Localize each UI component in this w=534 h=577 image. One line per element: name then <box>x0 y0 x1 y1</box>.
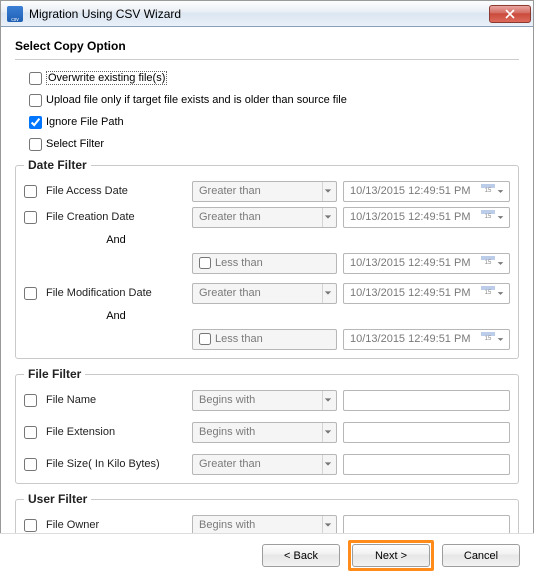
file-modification-date-picker2[interactable]: 10/13/2015 12:49:51 PM <box>343 329 510 350</box>
file-name-label: File Name <box>46 394 186 406</box>
title-bar: Migration Using CSV Wizard <box>1 1 533 27</box>
less-than-checkbox[interactable] <box>199 333 211 345</box>
file-modification-date-checkbox[interactable] <box>24 287 37 300</box>
cancel-button[interactable]: Cancel <box>442 544 520 567</box>
file-access-date-checkbox[interactable] <box>24 185 37 198</box>
file-creation-date-op2-combobox[interactable]: Less than <box>192 253 337 274</box>
file-size-input[interactable] <box>343 454 510 475</box>
overwrite-label: Overwrite existing file(s) <box>46 71 167 85</box>
separator <box>15 59 519 60</box>
file-filter-legend: File Filter <box>24 367 85 381</box>
file-access-date-label: File Access Date <box>46 185 186 197</box>
chevron-down-icon <box>322 391 336 410</box>
file-owner-label: File Owner <box>46 519 186 531</box>
ignore-file-path-label: Ignore File Path <box>46 116 124 128</box>
date-filter-group: Date Filter File Access Date Greater tha… <box>15 158 519 359</box>
file-extension-checkbox[interactable] <box>24 426 37 439</box>
and-label: And <box>46 234 186 246</box>
date-filter-legend: Date Filter <box>24 158 91 172</box>
file-extension-op-combobox[interactable]: Begins with <box>192 422 337 443</box>
page-heading: Select Copy Option <box>15 39 519 53</box>
file-name-input[interactable] <box>343 390 510 411</box>
overwrite-checkbox[interactable] <box>29 72 42 85</box>
page-body: Select Copy Option Overwrite existing fi… <box>1 27 533 545</box>
calendar-icon <box>481 286 495 300</box>
window-close-button[interactable] <box>489 5 531 23</box>
chevron-down-icon <box>322 208 336 227</box>
file-modification-date-op1-combobox[interactable]: Greater than <box>192 283 337 304</box>
file-extension-input[interactable] <box>343 422 510 443</box>
next-button[interactable]: Next > <box>352 544 430 567</box>
app-icon <box>7 6 23 22</box>
less-than-checkbox[interactable] <box>199 257 211 269</box>
user-filter-legend: User Filter <box>24 492 91 506</box>
file-modification-date-label: File Modification Date <box>46 287 186 299</box>
file-creation-date-picker2[interactable]: 10/13/2015 12:49:51 PM <box>343 253 510 274</box>
back-button[interactable]: < Back <box>262 544 340 567</box>
calendar-icon <box>481 256 495 270</box>
select-filter-label: Select Filter <box>46 138 104 150</box>
file-owner-checkbox[interactable] <box>24 519 37 532</box>
file-size-op-combobox[interactable]: Greater than <box>192 454 337 475</box>
chevron-down-icon <box>322 284 336 303</box>
next-button-highlight: Next > <box>348 540 434 571</box>
chevron-down-icon <box>495 290 505 297</box>
file-creation-date-checkbox[interactable] <box>24 211 37 224</box>
file-creation-date-op1-combobox[interactable]: Greater than <box>192 207 337 228</box>
calendar-icon <box>481 332 495 346</box>
upload-if-older-checkbox[interactable] <box>29 94 42 107</box>
upload-if-older-label: Upload file only if target file exists a… <box>46 94 347 106</box>
file-creation-date-picker1[interactable]: 10/13/2015 12:49:51 PM <box>343 207 510 228</box>
calendar-icon <box>481 210 495 224</box>
file-creation-date-label: File Creation Date <box>46 211 186 223</box>
chevron-down-icon <box>495 260 505 267</box>
file-access-date-op-combobox[interactable]: Greater than <box>192 181 337 202</box>
file-access-date-picker[interactable]: 10/13/2015 12:49:51 PM <box>343 181 510 202</box>
file-modification-date-picker1[interactable]: 10/13/2015 12:49:51 PM <box>343 283 510 304</box>
window-title: Migration Using CSV Wizard <box>29 7 489 21</box>
chevron-down-icon <box>322 423 336 442</box>
chevron-down-icon <box>495 188 505 195</box>
chevron-down-icon <box>322 455 336 474</box>
file-size-checkbox[interactable] <box>24 458 37 471</box>
copy-options: Overwrite existing file(s) Upload file o… <box>15 70 519 152</box>
file-size-label: File Size( In Kilo Bytes) <box>46 458 186 470</box>
close-icon <box>505 9 515 19</box>
wizard-button-bar: < Back Next > Cancel <box>0 533 534 577</box>
and-label: And <box>46 310 186 322</box>
select-filter-checkbox[interactable] <box>29 138 42 151</box>
chevron-down-icon <box>495 214 505 221</box>
chevron-down-icon <box>322 516 336 535</box>
file-modification-date-op2-combobox[interactable]: Less than <box>192 329 337 350</box>
file-filter-group: File Filter File Name Begins with File E… <box>15 367 519 484</box>
chevron-down-icon <box>495 336 505 343</box>
chevron-down-icon <box>322 182 336 201</box>
file-extension-label: File Extension <box>46 426 186 438</box>
file-name-checkbox[interactable] <box>24 394 37 407</box>
calendar-icon <box>481 184 495 198</box>
file-name-op-combobox[interactable]: Begins with <box>192 390 337 411</box>
ignore-file-path-checkbox[interactable] <box>29 116 42 129</box>
